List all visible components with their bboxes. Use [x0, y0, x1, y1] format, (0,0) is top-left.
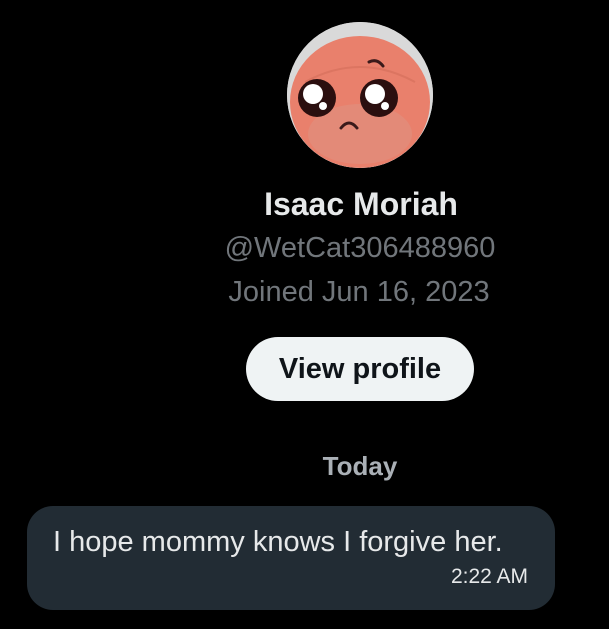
joined-date: Joined Jun 16, 2023 — [228, 276, 490, 308]
date-divider: Today — [322, 451, 398, 481]
avatar[interactable] — [287, 22, 433, 168]
view-profile-button[interactable]: View profile — [246, 337, 474, 401]
profile-handle: @WetCat306488960 — [224, 232, 496, 264]
message-bubble[interactable]: I hope mommy knows I forgive her. 2:22 A… — [27, 506, 555, 610]
profile-name: Isaac Moriah — [264, 186, 458, 222]
message-text: I hope mommy knows I forgive her. — [53, 526, 503, 558]
message-timestamp: 2:22 AM — [450, 565, 528, 588]
sad-face-avatar-icon — [287, 22, 433, 168]
